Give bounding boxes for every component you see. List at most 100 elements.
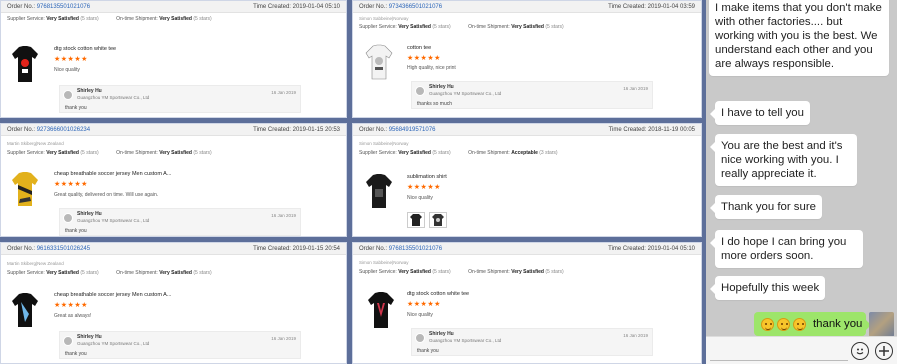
review-card: Order No.: 95684919571076 Time Created: … xyxy=(352,123,702,237)
ratings-row: Supplier Service: Very Satisfied (5 star… xyxy=(359,268,695,277)
supplier-stars: (5 stars) xyxy=(80,150,99,156)
supplier-service-value: Very Satisfied xyxy=(46,16,79,22)
product-thumbnail[interactable] xyxy=(11,168,39,210)
emoji-icon[interactable] xyxy=(851,342,869,360)
plus-icon[interactable] xyxy=(875,342,893,360)
chat-message: Hopefully this week xyxy=(709,276,826,300)
reply-name: Shirley Hu xyxy=(77,334,102,340)
supplier-service-value: Very Satisfied xyxy=(398,24,431,30)
supplier-service-value: Very Satisfied xyxy=(398,150,431,156)
buyer-comment: Nice quality xyxy=(54,67,80,73)
time-created: 2019-01-15 20:54 xyxy=(292,246,340,252)
time-label: Time Created: xyxy=(253,127,291,133)
order-number-link[interactable]: 97681355010210​76 xyxy=(389,246,442,252)
rating-stars: ★★★★★ xyxy=(407,55,441,62)
supplier-service-label: Supplier Service: xyxy=(359,150,397,156)
order-number-link[interactable]: 96163315010262​45 xyxy=(37,246,90,252)
product-thumbnail[interactable] xyxy=(365,41,393,83)
reply-company: Guangzhou YM Sportswear Co., Ltd xyxy=(77,95,150,100)
chat-window: I make items that you don't make with ot… xyxy=(706,0,897,364)
time-created: 2019-01-04 03:59 xyxy=(647,4,695,10)
reply-date: 16 Jan 2019 xyxy=(271,336,296,341)
order-number-link[interactable]: 97681355010210​76 xyxy=(37,4,90,10)
shipment-label: On-time Shipment: xyxy=(116,150,158,156)
seller-reply: Shirley Hu Guangzhou YM Sportswear Co., … xyxy=(411,328,653,356)
avatar xyxy=(63,336,73,346)
reply-name: Shirley Hu xyxy=(77,211,102,217)
shipment-stars: (5 stars) xyxy=(193,150,212,156)
order-number-link[interactable]: 95684919571076 xyxy=(389,127,436,133)
product-thumbnail[interactable] xyxy=(367,289,395,331)
message-input[interactable] xyxy=(710,341,848,361)
shipment-value: Very Satisfied xyxy=(159,270,192,276)
review-card: Order No.: 92736660010262​34 Time Create… xyxy=(0,123,347,237)
shipment-stars: (5 stars) xyxy=(193,16,212,22)
supplier-service-label: Supplier Service: xyxy=(359,269,397,275)
ratings-row: Supplier Service: Very Satisfied (5 star… xyxy=(7,269,340,278)
shipment-label: On-time Shipment: xyxy=(116,270,158,276)
product-title[interactable]: cheap breathable soccer jersey Men custo… xyxy=(54,292,171,298)
avatar[interactable] xyxy=(869,312,894,337)
shipment-stars: (5 stars) xyxy=(193,270,212,276)
shipment-stars: (5 stars) xyxy=(545,24,564,30)
buyer-name: Martin Skiberg|New Zealand xyxy=(7,141,64,146)
shipment-value: Very Satisfied xyxy=(159,150,192,156)
product-thumbnail[interactable] xyxy=(11,289,39,331)
reply-date: 16 Jan 2019 xyxy=(623,333,648,338)
time-label: Time Created: xyxy=(608,127,647,133)
seller-reply: Shirley Hu Guangzhou YM Sportswear Co., … xyxy=(411,81,653,109)
shipment-stars: (5 stars) xyxy=(545,269,564,275)
review-photo[interactable] xyxy=(407,212,425,228)
reply-message: thank you xyxy=(65,105,87,111)
reply-date: 16 Jan 2019 xyxy=(623,86,648,91)
reply-message: thank you xyxy=(65,228,87,234)
review-card: Order No.: 96163315010262​45 Time Create… xyxy=(0,242,347,364)
order-number-link[interactable]: 92736660010262​34 xyxy=(37,127,90,133)
product-title[interactable]: cotton tee xyxy=(407,45,431,51)
time-label: Time Created: xyxy=(608,4,646,10)
seller-reply: Shirley Hu Guangzhou YM Sportswear Co., … xyxy=(59,331,301,359)
product-title[interactable]: sublimation shirt xyxy=(407,174,447,180)
buyer-comment: Nice quality xyxy=(407,312,433,318)
shipment-stars: (3 stars) xyxy=(539,150,558,156)
smiley-emoji-icon xyxy=(793,317,806,331)
review-card: Order No.: 97681355010210​76 Time Create… xyxy=(0,0,347,118)
order-header: Order No.: 92736660010262​34 Time Create… xyxy=(1,124,346,136)
rating-stars: ★★★★★ xyxy=(54,181,88,188)
ratings-row: Supplier Service: Very Satisfied (5 star… xyxy=(7,149,340,158)
product-thumbnail[interactable] xyxy=(365,170,393,212)
product-title[interactable]: dtg stock cotton white tee xyxy=(407,291,469,297)
buyer-comment: Great quality, delivered on time. Will u… xyxy=(54,192,159,198)
supplier-service-label: Supplier Service: xyxy=(7,150,45,156)
time-label: Time Created: xyxy=(608,246,646,252)
supplier-stars: (5 stars) xyxy=(80,270,99,276)
buyer-name: Martin Skiberg|New Zealand xyxy=(7,261,64,266)
buyer-name: Simon Sabbeine|Norway xyxy=(359,16,409,21)
shipment-label: On-time Shipment: xyxy=(468,150,510,156)
smiley-emoji-icon xyxy=(777,317,790,331)
rating-stars: ★★★★★ xyxy=(54,56,88,63)
product-title[interactable]: dtg stock cotton white tee xyxy=(54,46,116,52)
avatar xyxy=(63,213,73,223)
avatar xyxy=(63,90,73,100)
time-label: Time Created: xyxy=(253,4,291,10)
smiley-emoji-icon xyxy=(761,317,774,331)
review-card: Order No.: 97343665010210​76 Time Create… xyxy=(352,0,702,118)
buyer-comment: Nice quality xyxy=(407,195,433,201)
seller-reply: Shirley Hu Guangzhou YM Sportswear Co., … xyxy=(59,85,301,113)
chat-message: I do hope I can bring you more orders so… xyxy=(710,230,863,268)
shipment-value: Acceptable xyxy=(511,150,538,156)
supplier-service-value: Very Satisfied xyxy=(398,269,431,275)
rating-stars: ★★★★★ xyxy=(407,184,441,191)
product-thumbnail[interactable] xyxy=(11,43,39,85)
supplier-stars: (5 stars) xyxy=(432,150,451,156)
reply-date: 16 Jan 2019 xyxy=(271,213,296,218)
order-number-link[interactable]: 97343665010210​76 xyxy=(389,4,442,10)
order-label: Order No.: xyxy=(359,246,388,252)
review-photo[interactable] xyxy=(429,212,447,228)
product-title[interactable]: cheap breathable soccer jersey Men custo… xyxy=(54,171,171,177)
reply-name: Shirley Hu xyxy=(429,84,454,90)
reply-message: thanks so much xyxy=(417,101,453,107)
time-created: 2018-11-19 00:05 xyxy=(648,127,695,133)
reply-name: Shirley Hu xyxy=(429,331,454,337)
